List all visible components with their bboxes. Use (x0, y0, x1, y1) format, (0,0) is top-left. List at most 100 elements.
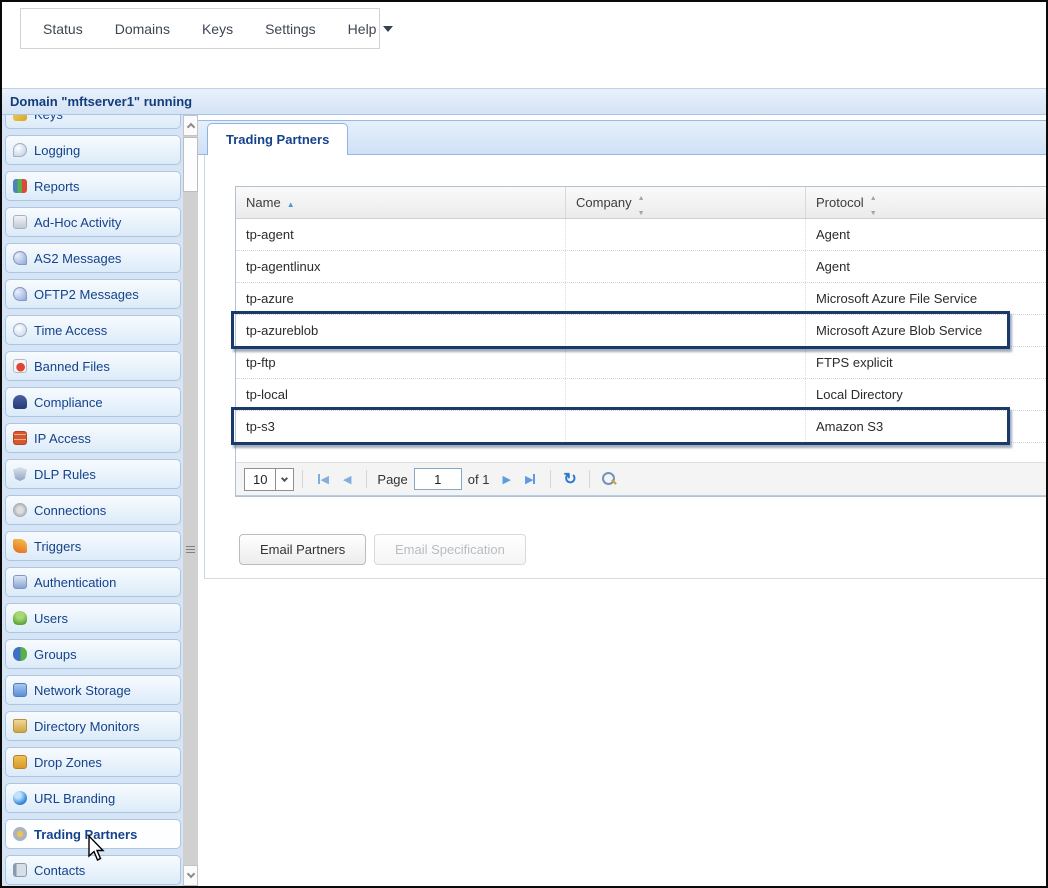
menu-item-help[interactable]: Help (332, 21, 410, 37)
cell-company (566, 219, 806, 250)
key-icon (13, 115, 27, 121)
sidebar-item-compliance[interactable]: Compliance (5, 387, 181, 417)
sidebar-item-label: Connections (34, 503, 106, 518)
sidebar-item-label: DLP Rules (34, 467, 96, 482)
table-row-tp-agentlinux[interactable]: tp-agentlinux Agent (236, 251, 1046, 283)
scroll-down-button[interactable] (183, 865, 198, 886)
page-label: Page (377, 472, 407, 487)
column-header-company[interactable]: Company (566, 187, 806, 218)
sidebar-item-groups[interactable]: Groups (5, 639, 181, 669)
sidebar-item-trading-partners[interactable]: Trading Partners (5, 819, 181, 849)
sidebar-item-directory-monitors[interactable]: Directory Monitors (5, 711, 181, 741)
sidebar-item-triggers[interactable]: Triggers (5, 531, 181, 561)
gears-icon (13, 503, 27, 517)
sidebar-item-as2-messages[interactable]: AS2 Messages (5, 243, 181, 273)
sidebar-item-contacts[interactable]: Contacts (5, 855, 181, 885)
toolbar-separator (550, 470, 551, 488)
trading-gears-icon (13, 827, 27, 841)
table-row-tp-azureblob[interactable]: tp-azureblobMicrosoft Azure Blob Service (236, 315, 1046, 347)
scrollbar-thumb[interactable] (183, 137, 198, 192)
table-row-tp-ftp[interactable]: tp-ftpFTPS explicit (236, 347, 1046, 379)
sidebar-item-dlp-rules[interactable]: DLP Rules (5, 459, 181, 489)
sidebar-item-drop-zones[interactable]: Drop Zones (5, 747, 181, 777)
refresh-icon[interactable] (559, 469, 580, 489)
sidebar-item-label: Groups (34, 647, 77, 662)
cell-name: tp-azureblob (236, 315, 566, 346)
first-page-button[interactable] (311, 470, 335, 488)
page-size-select[interactable]: 10 (244, 468, 294, 491)
clock-icon (13, 323, 27, 337)
column-header-label: Protocol (816, 195, 864, 210)
sidebar-item-label: Contacts (34, 863, 85, 878)
sidebar-item-banned-files[interactable]: Banned Files (5, 351, 181, 381)
select-dropdown-button[interactable] (275, 469, 293, 490)
grid-body: tp-agentAgenttp-agentlinux Agenttp-azureM… (236, 219, 1046, 462)
sidebar-item-users[interactable]: Users (5, 603, 181, 633)
prev-page-button[interactable] (336, 470, 358, 488)
sidebar-item-label: Logging (34, 143, 80, 158)
sidebar-item-oftp2-messages[interactable]: OFTP2 Messages (5, 279, 181, 309)
chat-bubbles-icon (13, 251, 27, 265)
sidebar-item-logging[interactable]: Logging (5, 135, 181, 165)
sidebar-item-reports[interactable]: Reports (5, 171, 181, 201)
toolbar-separator (589, 470, 590, 488)
globe-icon (13, 791, 27, 805)
prev-page-icon (343, 470, 351, 488)
tab-trading-partners[interactable]: Trading Partners (207, 123, 348, 156)
cell-name: tp-agentlinux (236, 251, 566, 282)
table-row-tp-azure[interactable]: tp-azureMicrosoft Azure File Service (236, 283, 1046, 315)
users-group-icon (13, 647, 27, 661)
sidebar-item-label: Authentication (34, 575, 116, 590)
sidebar-item-label: Reports (34, 179, 80, 194)
menu-item-domains[interactable]: Domains (99, 21, 186, 37)
grid-header-row: Name Company Protocol (236, 187, 1046, 219)
sidebar-item-label: Banned Files (34, 359, 110, 374)
table-row-tp-agent[interactable]: tp-agentAgent (236, 219, 1046, 251)
sidebar-item-connections[interactable]: Connections (5, 495, 181, 525)
splitter-grip-icon[interactable] (186, 545, 195, 553)
sidebar-item-label: Drop Zones (34, 755, 102, 770)
menubar: StatusDomainsKeysSettingsHelp (20, 8, 380, 49)
column-header-name[interactable]: Name (236, 187, 566, 218)
cell-protocol: Local Directory (806, 379, 1046, 410)
menu-item-settings[interactable]: Settings (249, 21, 332, 37)
sidebar-nav: Keys Logging Reports Ad-Hoc Activity AS2 Mes… (2, 115, 183, 886)
folder-monitor-icon (13, 719, 27, 733)
page-number-input[interactable] (414, 468, 462, 490)
email-specification-button[interactable]: Email Specification (374, 534, 526, 565)
menu-item-keys[interactable]: Keys (186, 21, 249, 37)
cell-protocol: Microsoft Azure File Service (806, 283, 1046, 314)
cell-company (566, 347, 806, 378)
sidebar-item-ip-access[interactable]: IP Access (5, 423, 181, 453)
app-window: StatusDomainsKeysSettingsHelp Domain "mf… (0, 0, 1048, 888)
sidebar-item-authentication[interactable]: Authentication (5, 567, 181, 597)
cell-company (566, 411, 806, 442)
search-icon[interactable] (602, 472, 616, 486)
table-row-tp-local[interactable]: tp-localLocal Directory (236, 379, 1046, 411)
menu-item-status[interactable]: Status (27, 21, 99, 37)
last-page-button[interactable] (518, 470, 542, 488)
column-header-protocol[interactable]: Protocol (806, 187, 1046, 218)
sidebar-scrollbar[interactable] (183, 115, 198, 886)
column-header-label: Name (246, 195, 281, 210)
trigger-flame-icon (13, 539, 27, 553)
id-card-icon (13, 575, 27, 589)
officer-icon (13, 395, 27, 409)
sidebar-item-url-branding[interactable]: URL Branding (5, 783, 181, 813)
sidebar-item-time-access[interactable]: Time Access (5, 315, 181, 345)
sidebar-item-label: Compliance (34, 395, 103, 410)
trading-partners-panel: NameCompanyProtocol tp-agentAgenttp-agen… (204, 155, 1046, 579)
main-content: Trading Partners Name Company Protocol tp-… (198, 115, 1046, 886)
cell-protocol: Agent (806, 251, 1046, 282)
sidebar-item-network-storage[interactable]: Network Storage (5, 675, 181, 705)
email-partners-button[interactable]: Email Partners (239, 534, 366, 565)
chevron-down-icon (186, 870, 194, 878)
sidebar-item-label: Users (34, 611, 68, 626)
cell-name: tp-agent (236, 219, 566, 250)
scroll-up-button[interactable] (183, 115, 198, 136)
sidebar-item-ad-hoc-activity[interactable]: Ad-Hoc Activity (5, 207, 181, 237)
next-page-button[interactable] (495, 470, 517, 488)
sidebar-item-keys[interactable]: Keys (5, 115, 181, 129)
table-row-tp-s3[interactable]: tp-s3Amazon S3 (236, 411, 1046, 443)
cell-company (566, 283, 806, 314)
